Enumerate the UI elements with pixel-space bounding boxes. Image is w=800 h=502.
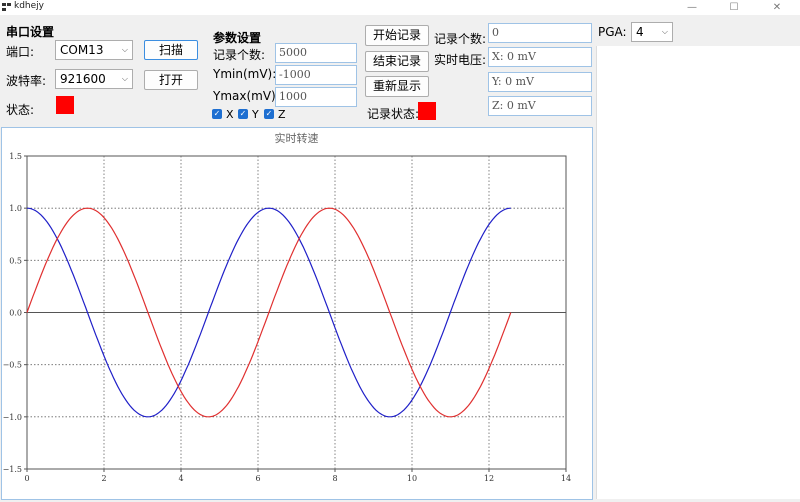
- chevron-down-icon: ⌵: [661, 27, 668, 36]
- pga-label: PGA:: [598, 25, 627, 39]
- port-select[interactable]: COM13 ⌵: [55, 40, 133, 60]
- chevron-down-icon: ⌵: [121, 74, 128, 83]
- ymax-label: Ymax(mV):: [213, 89, 280, 103]
- x-tick-label: 14: [561, 474, 571, 483]
- title-bar: kdhejy — ☐ ✕: [0, 0, 800, 15]
- check-icon: ✓: [238, 109, 248, 119]
- record-state-indicator: [418, 102, 436, 120]
- y-tick-label: −1.5: [3, 465, 22, 474]
- params-header: 参数设置: [213, 31, 262, 45]
- port-label: 端口:: [6, 45, 35, 59]
- app-icon: [2, 3, 11, 11]
- stop-record-button[interactable]: 结束记录: [365, 51, 429, 72]
- pga-select[interactable]: 4 ⌵: [631, 22, 673, 42]
- chart-svg: 实时转速 0 2 4 6 8 10 12 14 1.5 1.0 0.5 0.0 −0.5 −1.0 −1.5: [3, 131, 572, 483]
- x-tick-label: 8: [332, 474, 337, 483]
- baud-label: 波特率:: [6, 74, 47, 88]
- x-tick-label: 2: [101, 474, 106, 483]
- y-tick-label: 1.0: [9, 204, 22, 213]
- voltage-x-field[interactable]: X: 0 mV: [488, 47, 592, 67]
- ymax-input[interactable]: 1000: [275, 87, 357, 107]
- live-count-field[interactable]: 0: [488, 23, 592, 43]
- x-tick-label: 10: [407, 474, 417, 483]
- ymin-label: Ymin(mV):: [213, 67, 277, 81]
- chart-container: 实时转速 0 2 4 6 8 10 12 14 1.5 1.0 0.5 0.0 −0.5 −1.0 −1.5: [1, 127, 593, 500]
- record-count-label: 记录个数:: [213, 48, 266, 62]
- record-state-label: 记录状态:: [367, 107, 420, 121]
- checkbox-z[interactable]: ✓ Z: [264, 109, 286, 121]
- checkbox-x-label: X: [226, 108, 234, 121]
- chart-title: 实时转速: [275, 131, 319, 145]
- y-tick-label: 0.5: [9, 256, 22, 265]
- ymin-input[interactable]: -1000: [275, 65, 357, 85]
- voltage-z-field[interactable]: Z: 0 mV: [488, 96, 592, 116]
- start-record-button[interactable]: 开始记录: [365, 25, 429, 46]
- live-count-label: 记录个数:: [434, 32, 487, 46]
- checkbox-y-label: Y: [252, 108, 259, 121]
- checkbox-z-label: Z: [278, 108, 286, 121]
- open-button[interactable]: 打开: [144, 70, 198, 90]
- check-icon: ✓: [264, 109, 274, 119]
- y-tick-label: 1.5: [9, 152, 22, 161]
- x-tick-label: 4: [178, 474, 183, 483]
- x-tick-label: 12: [484, 474, 494, 483]
- port-value: COM13: [60, 43, 104, 57]
- x-tick-label: 6: [255, 474, 260, 483]
- log-panel[interactable]: [596, 46, 800, 499]
- close-button[interactable]: ✕: [757, 0, 797, 15]
- voltage-y-field[interactable]: Y: 0 mV: [488, 72, 592, 92]
- baud-select[interactable]: 921600 ⌵: [55, 69, 133, 89]
- scan-button[interactable]: 扫描: [144, 40, 198, 60]
- baud-value: 921600: [60, 72, 106, 86]
- maximize-button[interactable]: ☐: [714, 0, 754, 15]
- pga-value: 4: [636, 25, 644, 39]
- x-tick-label: 0: [24, 474, 29, 483]
- checkbox-y[interactable]: ✓ Y: [238, 109, 259, 121]
- window-title: kdhejy: [14, 1, 44, 11]
- y-tick-label: −1.0: [3, 413, 22, 422]
- record-count-input[interactable]: 5000: [275, 43, 357, 63]
- serial-settings-header: 串口设置: [6, 25, 55, 39]
- minimize-button[interactable]: —: [672, 0, 712, 15]
- y-tick-label: −0.5: [3, 361, 22, 370]
- serial-status-indicator: [56, 96, 74, 114]
- y-tick-label: 0.0: [9, 309, 22, 318]
- checkbox-x[interactable]: ✓ X: [212, 109, 234, 121]
- status-label: 状态:: [6, 103, 35, 117]
- redisplay-button[interactable]: 重新显示: [365, 76, 429, 97]
- check-icon: ✓: [212, 109, 222, 119]
- chevron-down-icon: ⌵: [121, 45, 128, 54]
- live-voltage-label: 实时电压:: [434, 53, 487, 67]
